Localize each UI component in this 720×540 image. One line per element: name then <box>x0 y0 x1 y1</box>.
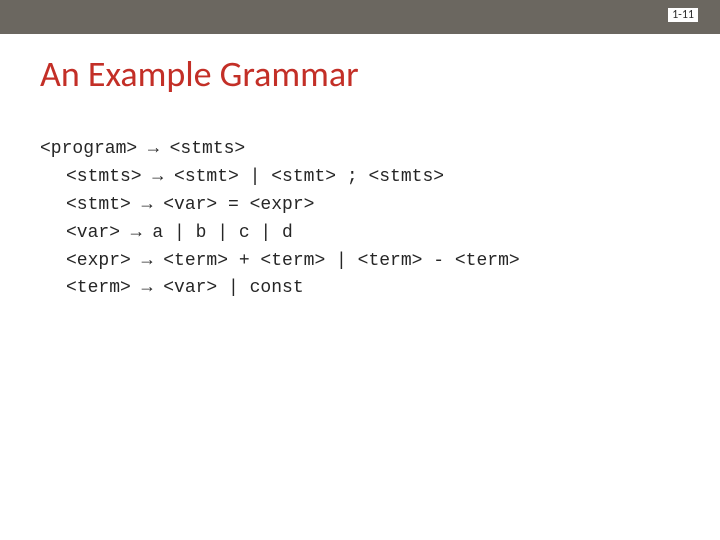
slide: 1-11 An Example Grammar <program> → <stm… <box>0 0 720 540</box>
grammar-line: <stmts> → <stmt> | <stmt> ; <stmts> <box>40 164 680 192</box>
grammar-line: <var> → a | b | c | d <box>40 220 680 248</box>
slide-title: An Example Grammar <box>40 52 359 96</box>
grammar-line: <expr> → <term> + <term> | <term> - <ter… <box>40 248 680 276</box>
grammar-line: <stmt> → <var> = <expr> <box>40 192 680 220</box>
top-bar <box>0 0 720 34</box>
page-number: 1-11 <box>668 8 698 22</box>
grammar-line: <term> → <var> | const <box>40 275 680 303</box>
grammar-line: <program> → <stmts> <box>40 136 680 164</box>
grammar-body: <program> → <stmts> <stmts> → <stmt> | <… <box>40 136 680 303</box>
